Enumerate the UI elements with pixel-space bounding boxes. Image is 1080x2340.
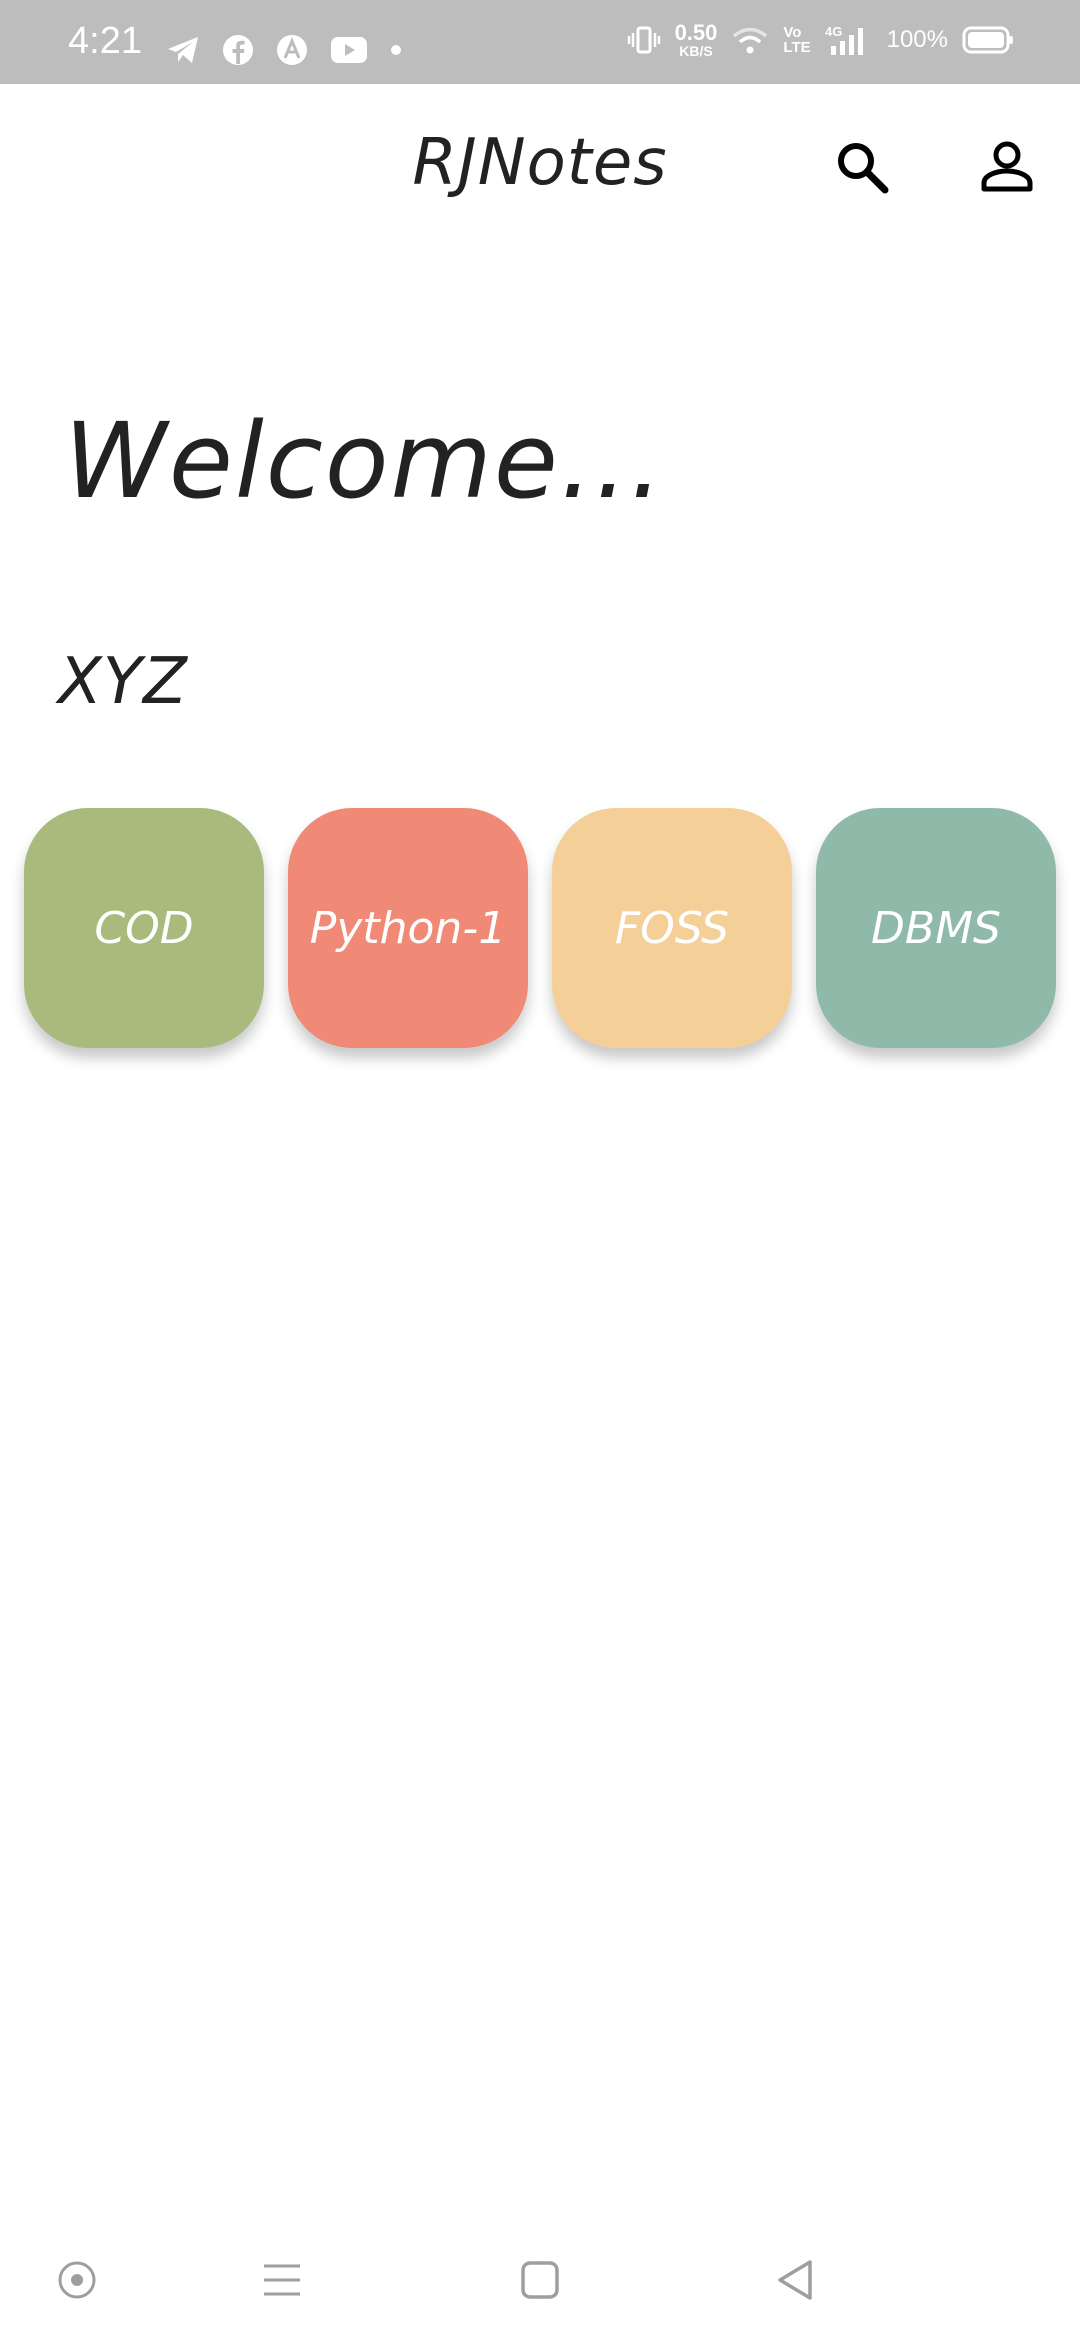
battery-icon — [962, 26, 1013, 54]
volte-bottom: LTE — [783, 39, 811, 56]
status-bar: 4:21 0.50 KB/S Vo LTE 4G 100% — [0, 0, 1080, 84]
facebook-icon — [223, 35, 253, 65]
recents-button[interactable] — [252, 2250, 312, 2310]
youtube-icon — [331, 37, 367, 63]
subject-card-cod[interactable]: COD — [24, 808, 264, 1048]
assistant-button[interactable] — [47, 2250, 107, 2310]
subject-card-python-1[interactable]: Python-1 — [288, 808, 528, 1048]
volte-indicator: Vo LTE — [783, 25, 810, 55]
subject-card-dbms[interactable]: DBMS — [816, 808, 1056, 1048]
home-button[interactable] — [510, 2250, 570, 2310]
notification-icons — [166, 34, 424, 66]
arc-icon — [277, 35, 307, 65]
username: XYZ — [58, 645, 188, 719]
vibrate-icon — [627, 26, 660, 54]
app-bar: RJNotes — [0, 84, 1080, 254]
system-status: 0.50 KB/S Vo LTE 4G 100% — [613, 22, 1014, 58]
volte-top: Vo — [783, 24, 802, 41]
navigation-bar — [0, 2220, 1080, 2340]
net-speed-value: 0.50 — [674, 20, 718, 45]
battery-percent: 100% — [886, 26, 948, 53]
subject-label: COD — [94, 902, 194, 954]
back-button[interactable] — [766, 2250, 826, 2310]
net-speed-unit: KB/S — [679, 43, 713, 59]
net-speed: 0.50 KB/S — [674, 20, 718, 59]
telegram-icon — [168, 37, 198, 63]
subject-card-foss[interactable]: FOSS — [552, 808, 792, 1048]
subject-label: FOSS — [614, 902, 730, 954]
account-icon — [981, 141, 1033, 192]
account-button[interactable] — [972, 132, 1042, 202]
subject-label: DBMS — [871, 902, 1001, 954]
search-button[interactable] — [827, 132, 897, 202]
app-title-text: RJNotes — [412, 126, 668, 200]
subject-label: Python-1 — [309, 902, 507, 954]
status-time: 4:21 — [68, 20, 142, 62]
network-label: 4G — [825, 24, 842, 39]
app-title: RJNotes — [0, 126, 1080, 200]
subject-list: COD Python-1 FOSS DBMS — [0, 790, 1080, 1070]
signal-icon: 4G — [825, 24, 863, 55]
wifi-icon — [733, 27, 768, 54]
screen: 4:21 0.50 KB/S Vo LTE 4G 100% RJNotes We… — [0, 0, 1080, 2340]
assistant-icon — [58, 2261, 96, 2299]
home-square-icon — [521, 2261, 559, 2299]
dot-icon — [391, 45, 401, 55]
welcome-heading: Welcome... — [64, 400, 665, 522]
menu-icon — [264, 2264, 300, 2296]
search-icon — [838, 143, 889, 194]
back-icon — [778, 2260, 812, 2300]
